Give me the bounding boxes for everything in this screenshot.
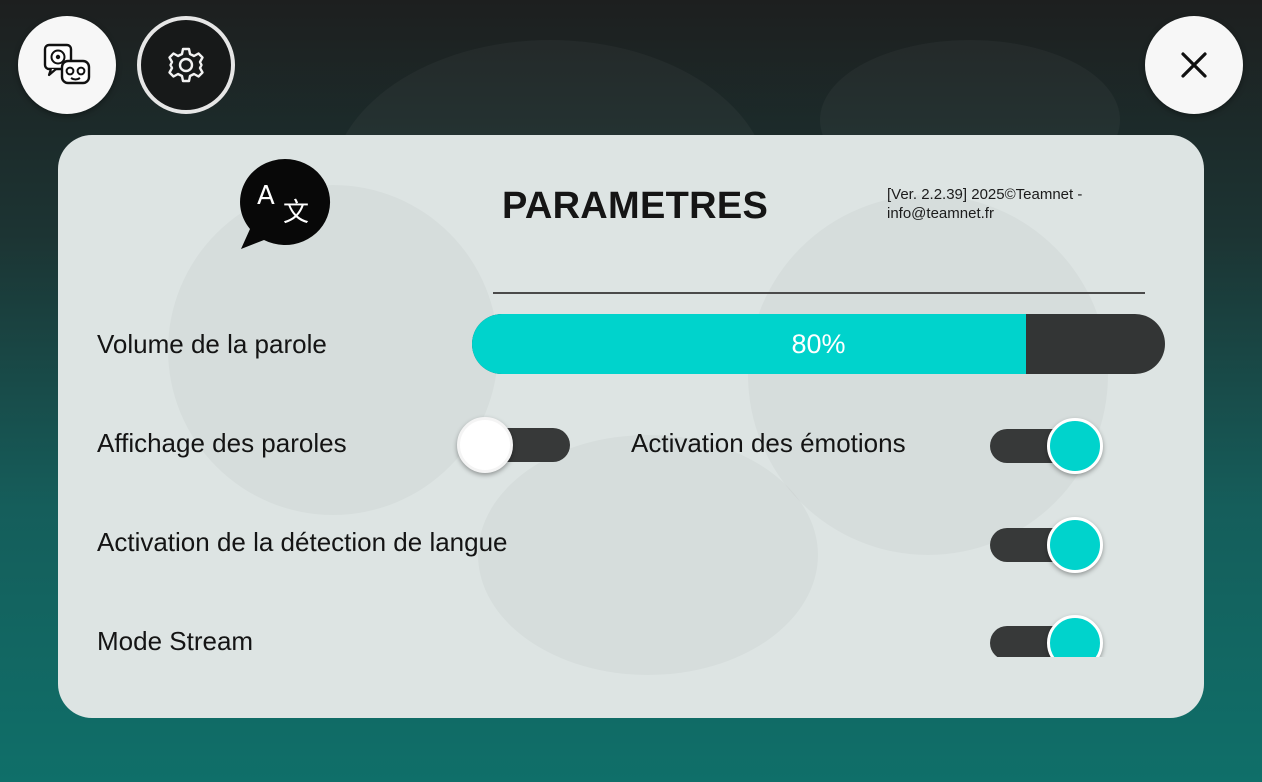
toggle-knob: [1047, 517, 1103, 573]
version-text: [Ver. 2.2.39] 2025©Teamnet -: [887, 186, 1083, 203]
close-icon: [1181, 52, 1207, 78]
language-detection-toggle[interactable]: [990, 515, 1106, 575]
language-detection-label: Activation de la détection de langue: [97, 527, 508, 557]
settings-panel: A 文 PARAMETRES [Ver. 2.2.39] 2025©Teamne…: [58, 135, 1204, 718]
svg-text:A: A: [257, 181, 275, 211]
toggle-knob: [457, 417, 513, 473]
close-button[interactable]: [1145, 16, 1243, 114]
stream-mode-toggle-clip: [978, 605, 1118, 657]
title-divider: [493, 292, 1145, 294]
speech-display-toggle[interactable]: [457, 415, 574, 475]
chat-robot-icon: [43, 43, 91, 85]
volume-label: Volume de la parole: [97, 329, 327, 359]
emotions-toggle[interactable]: [990, 416, 1106, 476]
volume-slider[interactable]: 80%: [472, 314, 1165, 374]
gear-icon: [168, 47, 204, 83]
volume-value: 80%: [791, 328, 846, 359]
contact-email: info@teamnet.fr: [887, 205, 994, 222]
settings-button[interactable]: [137, 16, 235, 114]
speech-display-label: Affichage des paroles: [97, 428, 347, 458]
page-title: PARAMETRES: [502, 185, 769, 227]
emotions-label: Activation des émotions: [631, 428, 906, 458]
stream-mode-toggle[interactable]: [990, 613, 1106, 657]
toggle-knob: [1047, 418, 1103, 474]
stream-mode-label: Mode Stream: [97, 626, 254, 656]
toggle-knob: [1047, 615, 1103, 657]
chat-robot-button[interactable]: [18, 16, 116, 114]
version-info: [Ver. 2.2.39] 2025©Teamnet - info@teamne…: [887, 185, 1127, 223]
language-translate-icon: A 文: [238, 157, 332, 251]
svg-text:文: 文: [283, 198, 309, 228]
